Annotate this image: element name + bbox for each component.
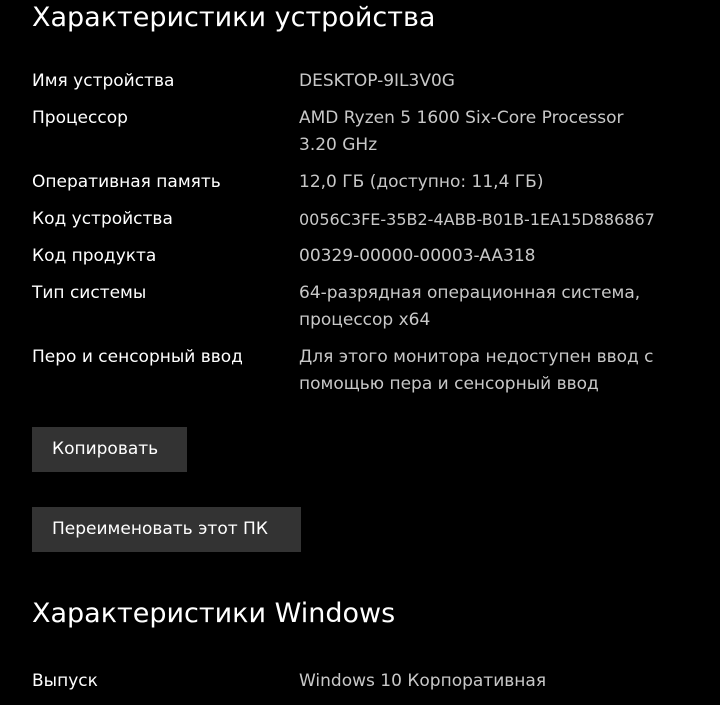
spec-label: Код продукта [32, 246, 157, 266]
spec-value: AMD Ryzen 5 1600 Six-Core Processor 3.20… [299, 108, 624, 155]
device-specs-table: Имя устройства DESKTOP-9IL3V0G Процессор… [32, 68, 712, 408]
spec-label: Тип системы [32, 283, 147, 303]
spec-label: Выпуск [32, 671, 98, 691]
spec-value: DESKTOP-9IL3V0G [299, 71, 455, 91]
spec-row-pen-touch: Перо и сенсорный ввод Для этого монитора… [32, 344, 712, 398]
spec-row-system-type: Тип системы 64-разрядная операционная си… [32, 280, 712, 334]
spec-value: 00329-00000-00003-AA318 [299, 246, 536, 266]
spec-row-ram: Оперативная память 12,0 ГБ (доступно: 11… [32, 169, 712, 196]
spec-value: Для этого монитора недоступен ввод с пом… [299, 347, 654, 394]
device-specs-title: Характеристики устройства [32, 2, 436, 33]
spec-row-product-id: Код продукта 00329-00000-00003-AA318 [32, 243, 712, 270]
copy-button[interactable]: Копировать [32, 427, 187, 472]
spec-label: Оперативная память [32, 172, 221, 192]
spec-row-edition: Выпуск Windows 10 Корпоративная [32, 668, 712, 695]
windows-specs-title: Характеристики Windows [32, 598, 396, 629]
spec-value: Windows 10 Корпоративная [299, 671, 547, 691]
rename-pc-button[interactable]: Переименовать этот ПК [32, 507, 301, 552]
spec-row-device-id: Код устройства 0056C3FE-35B2-4ABB-B01B-1… [32, 206, 712, 233]
spec-label: Код устройства [32, 209, 173, 229]
spec-row-processor: Процессор AMD Ryzen 5 1600 Six-Core Proc… [32, 105, 712, 159]
spec-value: 0056C3FE-35B2-4ABB-B01B-1EA15D886867 [299, 210, 655, 229]
spec-value: 12,0 ГБ (доступно: 11,4 ГБ) [299, 172, 544, 192]
spec-row-device-name: Имя устройства DESKTOP-9IL3V0G [32, 68, 712, 95]
windows-specs-table: Выпуск Windows 10 Корпоративная [32, 668, 712, 705]
spec-value: 64-разрядная операционная система, проце… [299, 283, 641, 330]
spec-label: Перо и сенсорный ввод [32, 347, 243, 367]
spec-label: Процессор [32, 108, 128, 128]
spec-label: Имя устройства [32, 71, 175, 91]
